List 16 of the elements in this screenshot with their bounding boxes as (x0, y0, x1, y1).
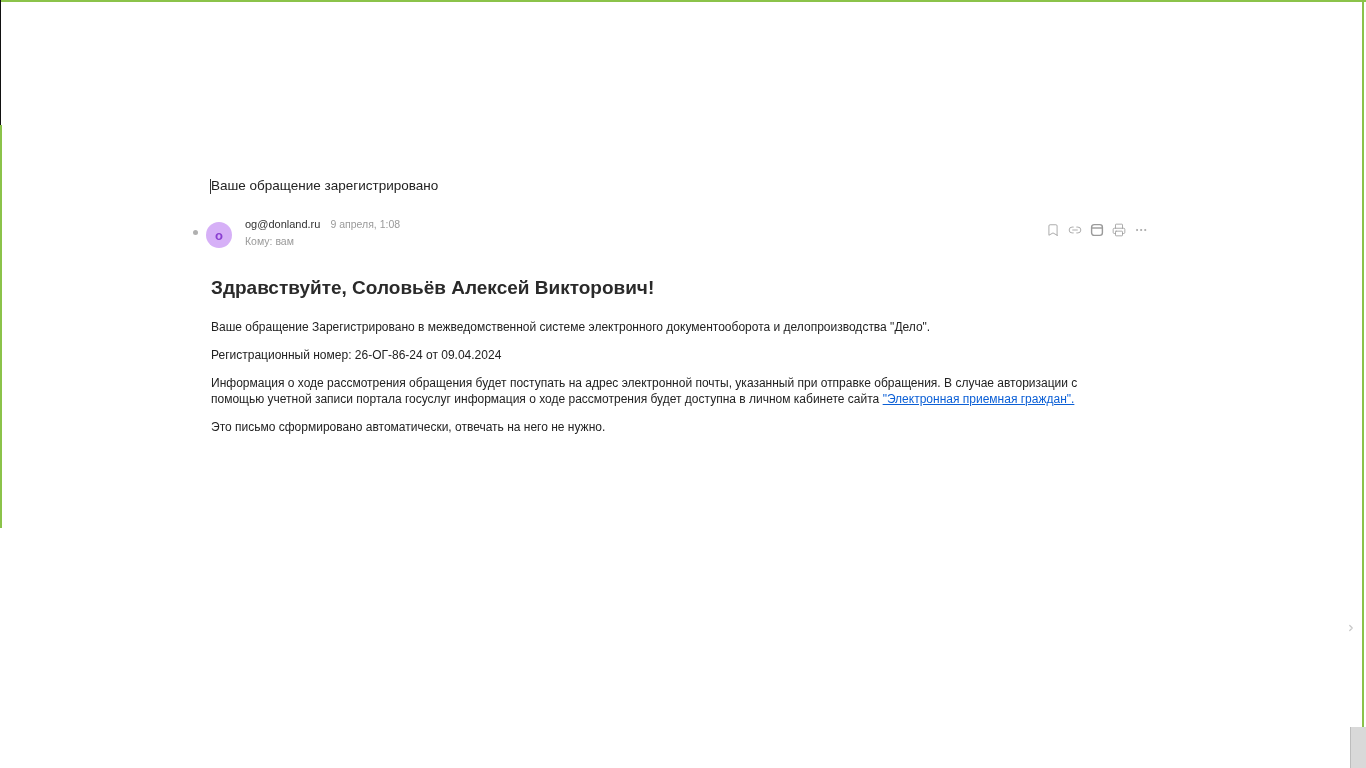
text-cursor-icon (210, 178, 211, 194)
bookmark-icon[interactable] (1046, 223, 1060, 237)
message-subject: Ваше обращение зарегистрировано (211, 177, 439, 195)
body-paragraph: Информация о ходе рассмотрения обращения будет поступать на адрес электронной почты, указанный при отправке обращения. В случае авторизации с помощью учетной записи портала госуслуг информация о ходе рассмотрения будет доступна в личном кабинете сайта "Электронная приемная граждан". (211, 375, 1079, 407)
body-paragraph: Это письмо сформировано автоматически, отвечать на него не нужно. (211, 419, 607, 435)
sender-email[interactable]: og@donland.ru (245, 217, 321, 231)
link-icon[interactable] (1068, 223, 1082, 237)
calendar-icon[interactable] (1090, 223, 1104, 237)
body-paragraph: Регистрационный номер: 26-ОГ-86-24 от 09.04.2024 (211, 347, 503, 363)
greeting-heading: Здравствуйте, Соловьёв Алексей Викторович! (211, 277, 656, 299)
body-paragraph: Ваше обращение Зарегистрировано в межведомственной системе электронного документооборота и делопроизводства "Дело". (211, 319, 932, 335)
message-date: 9 апреля, 1:08 (330, 217, 401, 231)
printer-icon[interactable] (1112, 223, 1126, 237)
avatar[interactable]: o (206, 222, 232, 248)
corner-panel (1350, 727, 1366, 768)
reception-link[interactable]: "Электронная приемная граждан". (882, 392, 1075, 406)
